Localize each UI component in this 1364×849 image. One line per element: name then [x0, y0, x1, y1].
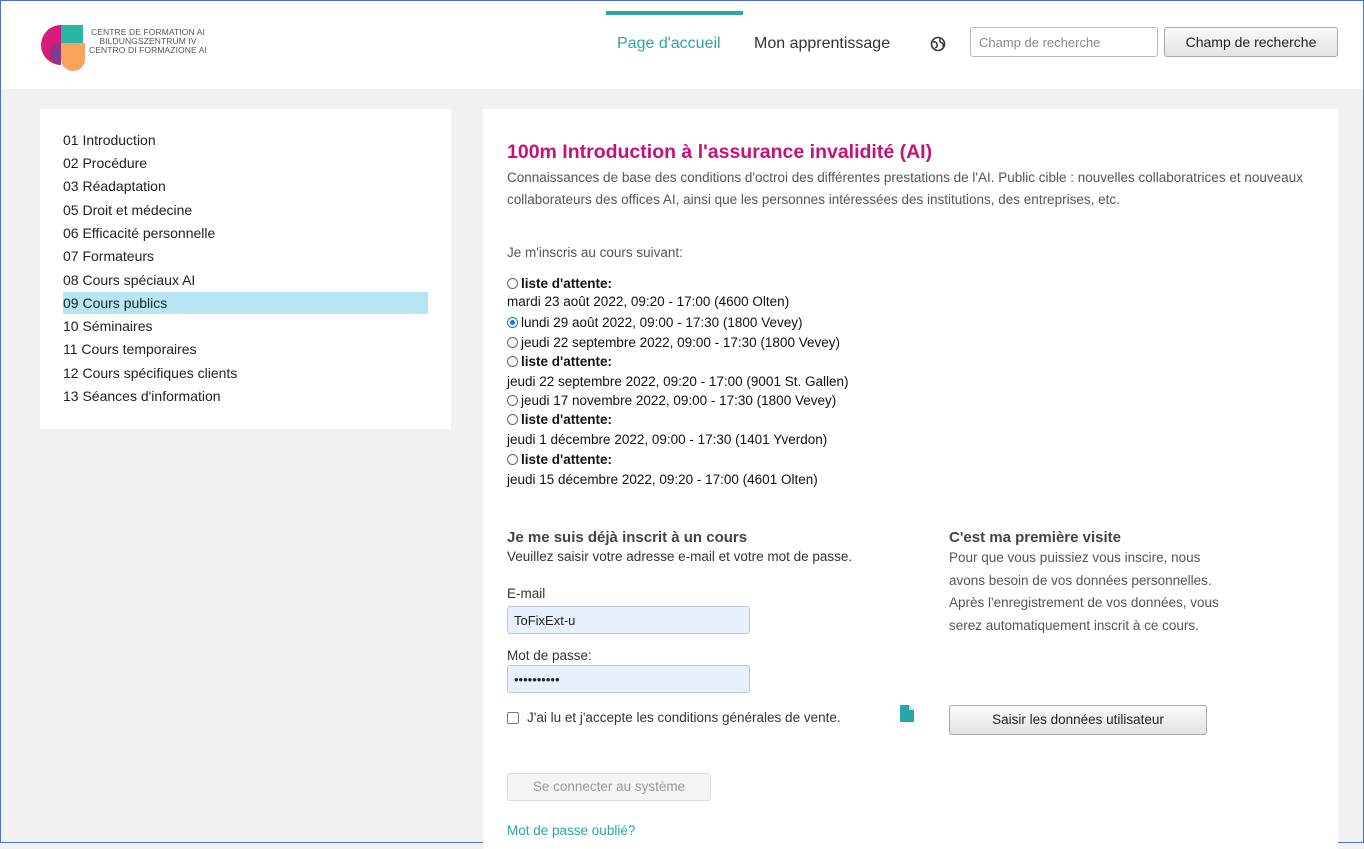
first-visit-text: Pour que vous puissiez vous inscire, nou…: [949, 550, 1219, 633]
nav-active-indicator: [606, 11, 743, 15]
email-label: E-mail: [507, 586, 546, 601]
sidebar-item-cours-temporaires[interactable]: 11 Cours temporaires: [63, 338, 428, 360]
search-button[interactable]: Champ de recherche: [1164, 27, 1338, 57]
nav-home-link[interactable]: Page d'accueil: [617, 35, 721, 53]
sidebar: 01 Introduction 02 Procédure 03 Réadapta…: [40, 109, 451, 429]
sidebar-item-cours-publics[interactable]: 09 Cours publics: [63, 292, 428, 314]
sidebar-item-introduction[interactable]: 01 Introduction: [63, 129, 428, 151]
session-option[interactable]: liste d'attente:: [507, 353, 612, 371]
waitlist-label: liste d'attente:: [521, 354, 612, 369]
session-option[interactable]: lundi 29 août 2022, 09:00 - 17:30 (1800 …: [507, 314, 802, 332]
sidebar-item-cours-clients[interactable]: 12 Cours spécifiques clients: [63, 362, 428, 384]
radio-button[interactable]: [507, 395, 518, 406]
email-field[interactable]: [507, 606, 750, 634]
terms-checkbox[interactable]: [507, 712, 519, 724]
session-option-text: lundi 29 août 2022, 09:00 - 17:30 (1800 …: [521, 315, 803, 330]
session-option-text: mardi 23 août 2022, 09:20 - 17:00 (4600 …: [507, 294, 790, 309]
password-field[interactable]: [507, 665, 750, 693]
search-input[interactable]: [970, 27, 1158, 57]
logo-icon[interactable]: [41, 21, 91, 79]
session-option-text: jeudi 15 décembre 2022, 09:20 - 17:00 (4…: [507, 472, 818, 487]
waitlist-label: liste d'attente:: [521, 276, 612, 291]
globe-icon[interactable]: [930, 36, 946, 52]
waitlist-label: liste d'attente:: [521, 412, 612, 427]
session-option[interactable]: liste d'attente:: [507, 411, 612, 429]
sidebar-item-droit-medecine[interactable]: 05 Droit et médecine: [63, 199, 428, 221]
session-option[interactable]: jeudi 17 novembre 2022, 09:00 - 17:30 (1…: [507, 392, 836, 410]
radio-button[interactable]: [507, 414, 518, 425]
sidebar-item-formateurs[interactable]: 07 Formateurs: [63, 245, 428, 267]
session-option-text: jeudi 22 septembre 2022, 09:00 - 17:30 (…: [521, 335, 840, 350]
session-option-text: jeudi 22 septembre 2022, 09:20 - 17:00 (…: [507, 374, 849, 389]
session-option[interactable]: liste d'attente:: [507, 275, 612, 293]
register-button[interactable]: Saisir les données utilisateur: [949, 705, 1207, 735]
sidebar-item-readaptation[interactable]: 03 Réadaptation: [63, 175, 428, 197]
radio-button[interactable]: [507, 356, 518, 367]
logo-line-3: CENTRO DI FORMAZIONE AI: [89, 45, 208, 55]
radio-button[interactable]: [507, 454, 518, 465]
radio-button[interactable]: [507, 337, 518, 348]
course-title: 100m Introduction à l'assurance invalidi…: [507, 141, 933, 163]
logo-text: CENTRE DE FORMATION AI BILDUNGSZENTRUM I…: [89, 28, 207, 55]
password-label: Mot de passe:: [507, 648, 592, 663]
header: CENTRE DE FORMATION AI BILDUNGSZENTRUM I…: [1, 1, 1363, 89]
sidebar-item-seminaires[interactable]: 10 Séminaires: [63, 315, 428, 337]
main-content: 100m Introduction à l'assurance invalidi…: [483, 109, 1338, 849]
course-description: Connaissances de base des conditions d'o…: [507, 170, 1303, 207]
session-option-text: jeudi 17 novembre 2022, 09:00 - 17:30 (1…: [521, 393, 837, 408]
radio-button[interactable]: [507, 278, 518, 289]
sidebar-item-cours-speciaux[interactable]: 08 Cours spéciaux AI: [63, 269, 428, 291]
sidebar-item-procedure[interactable]: 02 Procédure: [63, 152, 428, 174]
terms-label: J'ai lu et j'accepte les conditions géné…: [527, 710, 841, 725]
waitlist-label: liste d'attente:: [521, 452, 612, 467]
radio-button-selected[interactable]: [507, 317, 518, 328]
terms-row: J'ai lu et j'accepte les conditions géné…: [507, 710, 841, 725]
login-button[interactable]: Se connecter au système: [507, 773, 711, 801]
session-option[interactable]: jeudi 22 septembre 2022, 09:00 - 17:30 (…: [507, 334, 840, 352]
document-icon[interactable]: [900, 705, 914, 722]
sidebar-item-seances[interactable]: 13 Séances d'information: [63, 385, 428, 407]
forgot-password-link[interactable]: Mot de passe oublié?: [507, 823, 635, 838]
login-subtitle: Veuillez saisir votre adresse e-mail et …: [507, 549, 853, 564]
session-option[interactable]: liste d'attente:: [507, 451, 612, 469]
sidebar-item-efficacite[interactable]: 06 Efficacité personnelle: [63, 222, 428, 244]
enroll-label: Je m'inscris au cours suivant:: [507, 245, 683, 260]
nav-my-learning-link[interactable]: Mon apprentissage: [754, 35, 890, 53]
session-option-text: jeudi 1 décembre 2022, 09:00 - 17:30 (14…: [507, 432, 828, 447]
first-visit-heading: C'est ma première visite: [949, 529, 1121, 546]
login-heading: Je me suis déjà inscrit à un cours: [507, 529, 748, 546]
